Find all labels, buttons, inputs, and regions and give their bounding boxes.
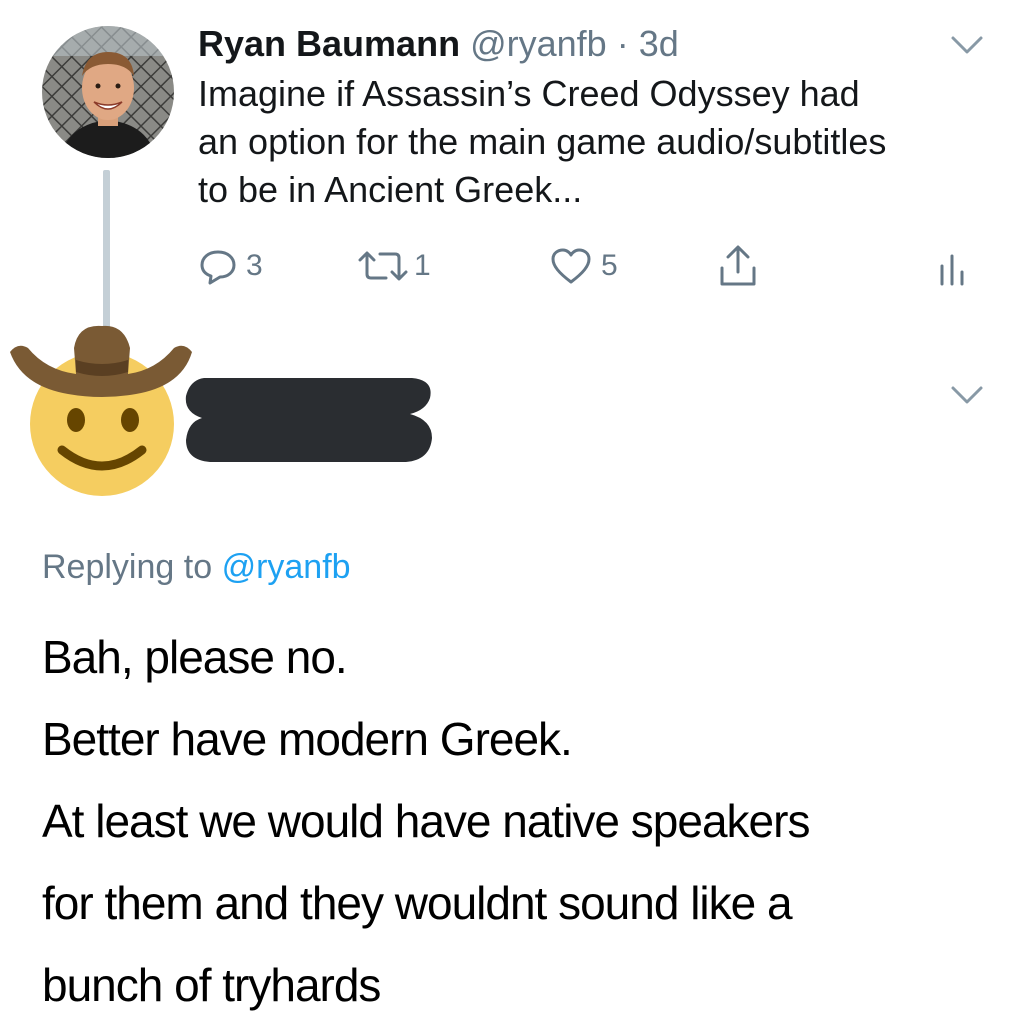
author-handle[interactable]: @ryanfb [470,23,607,64]
like-count: 5 [601,249,618,282]
separator-dot: · [616,23,629,64]
analytics-icon [940,254,964,286]
share-button[interactable] [716,244,760,288]
like-icon [551,248,591,284]
avatar-photo [42,26,174,158]
reply-text-line: bunch of tryhards [42,959,381,1011]
reply-text-line: Better have modern Greek. [42,713,573,765]
tweet-text-line: Imagine if Assassin’s Creed Odyssey had [198,73,860,114]
reply-count: 3 [246,249,263,282]
author-name[interactable]: Ryan Baumann [198,23,460,64]
retweet-button[interactable]: 1 [356,244,431,288]
cowboy-hat-face-avatar[interactable] [6,320,196,505]
retweet-icon [358,251,408,281]
thread-connector-line [103,170,110,330]
cowboy-hat-face-icon [10,325,192,496]
original-tweet-header: Ryan Baumann @ryanfb · 3d [198,22,679,66]
chevron-down-icon[interactable] [947,384,987,408]
reply-tweet-text: Bah, please no. Better have modern Greek… [42,616,1002,1019]
tweet-text-line: to be in Ancient Greek... [198,169,583,210]
like-button[interactable]: 5 [549,244,618,288]
chevron-down-icon[interactable] [947,34,987,58]
retweet-count: 1 [414,249,431,282]
original-tweet-text: Imagine if Assassin’s Creed Odyssey had … [198,70,998,214]
reply-button[interactable]: 3 [198,244,263,288]
reply-text-line: Bah, please no. [42,631,348,683]
reply-text-line: At least we would have native speakers [42,795,810,847]
replying-to-label: Replying to @ryanfb [42,548,351,587]
author-avatar[interactable] [42,26,174,158]
tweet-text-line: an option for the main game audio/subtit… [198,121,887,162]
replying-mention-link[interactable]: @ryanfb [222,548,351,586]
analytics-button[interactable] [936,244,970,288]
reply-icon [200,250,236,285]
tweet-timestamp[interactable]: 3d [639,23,679,64]
reply-text-line: for them and they wouldnt sound like a [42,877,793,929]
share-icon [720,245,756,286]
redacted-author-name [180,376,436,464]
replying-prefix: Replying to [42,548,213,586]
